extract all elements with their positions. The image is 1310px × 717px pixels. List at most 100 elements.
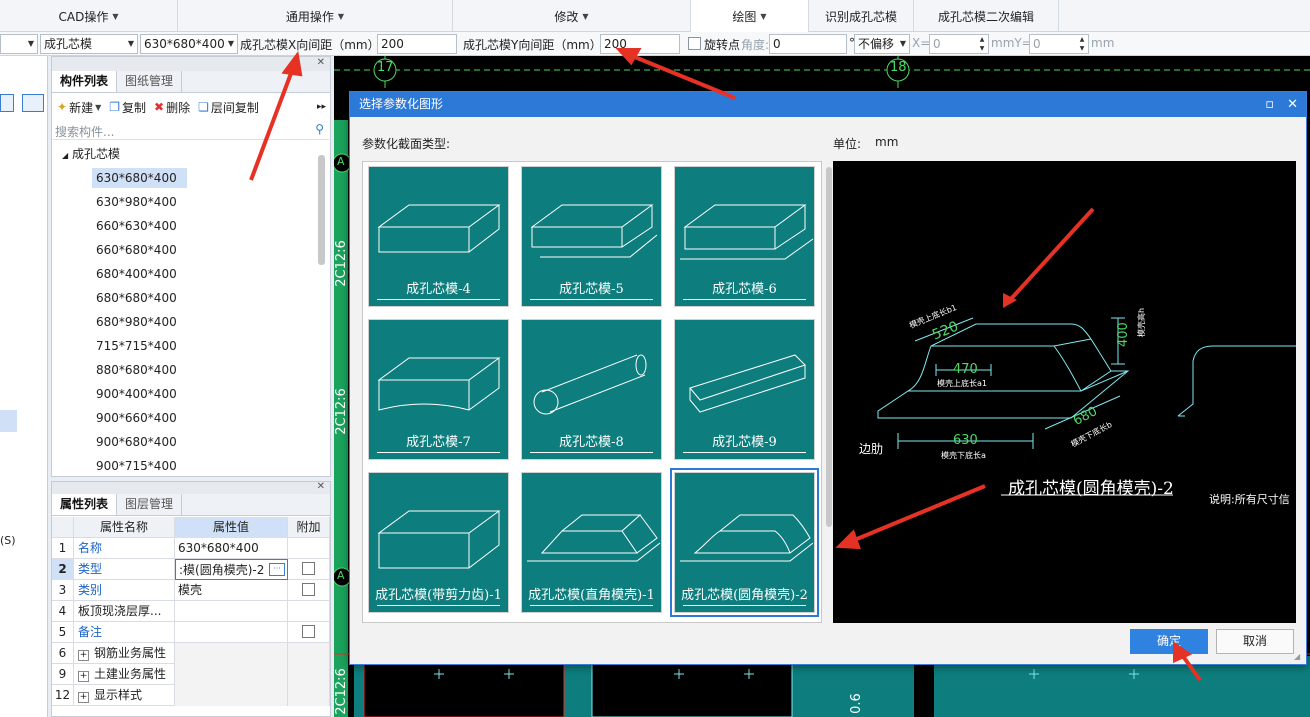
property-value-cell[interactable]: [175, 643, 288, 664]
row-number: 4: [52, 601, 74, 622]
gallery-scrollbar[interactable]: [826, 167, 832, 527]
x-coord-input[interactable]: 0 ▲ ▼: [929, 34, 989, 54]
property-row[interactable]: 6 + 钢筋业务属性: [52, 643, 330, 664]
close-icon[interactable]: ✕: [317, 481, 325, 492]
property-value-cell[interactable]: [175, 622, 288, 643]
floor-copy-button[interactable]: 层间复制: [211, 99, 259, 116]
menu-draw[interactable]: 绘图 ▼: [691, 0, 809, 32]
delete-button[interactable]: 删除: [166, 99, 190, 116]
tab-drawings[interactable]: 图纸管理: [117, 71, 183, 92]
menu-identify[interactable]: 识别成孔芯模: [809, 0, 914, 32]
nav-selected-item[interactable]: [0, 410, 17, 432]
menu-general-ops[interactable]: 通用操作 ▼: [178, 0, 453, 32]
shape-tile[interactable]: 成孔芯模(圆角模壳)-2: [670, 468, 819, 617]
grid-view-icon[interactable]: [22, 94, 44, 112]
tree-item[interactable]: 660*680*400: [92, 240, 187, 260]
property-value-cell[interactable]: [175, 664, 288, 685]
tree-item[interactable]: 900*680*400: [92, 432, 187, 452]
tree-item[interactable]: 900*715*400: [92, 456, 187, 476]
shape-tile[interactable]: 成孔芯模(直角模壳)-1: [521, 472, 662, 613]
y-spacing-label: 成孔芯模Y向间距（mm）: [463, 38, 602, 52]
x-spacing-input[interactable]: 200: [377, 34, 457, 54]
tree-item[interactable]: 680*980*400: [92, 312, 187, 332]
menu-cad-ops[interactable]: CAD操作 ▼: [0, 0, 178, 32]
tab-layers[interactable]: 图层管理: [117, 494, 183, 515]
resize-grip-icon[interactable]: ◢: [1294, 652, 1306, 664]
tab-component-list[interactable]: 构件列表: [52, 71, 118, 92]
shape-tile[interactable]: 成孔芯模-5: [521, 166, 662, 307]
property-row[interactable]: 9 + 土建业务属性: [52, 664, 330, 685]
tree-item[interactable]: 715*715*400: [92, 336, 187, 356]
close-icon[interactable]: ✕: [1287, 92, 1298, 117]
extra-checkbox[interactable]: [302, 562, 315, 575]
more-icon[interactable]: ▸▸: [317, 102, 326, 112]
shape-tile[interactable]: 成孔芯模-6: [674, 166, 815, 307]
tree-item[interactable]: 680*400*400: [92, 264, 187, 284]
chevron-down-icon[interactable]: ▼: [95, 103, 101, 112]
layer-select[interactable]: ▼: [0, 34, 38, 54]
shape-tile[interactable]: 成孔芯模(带剪力齿)-1: [368, 472, 509, 613]
property-name-cell: 类别: [74, 580, 175, 601]
expand-icon[interactable]: +: [78, 692, 89, 703]
shape-thumbnail-icon: [527, 514, 661, 562]
tree-item[interactable]: 900*660*400: [92, 408, 187, 428]
component-size-select[interactable]: 630*680*400 ▼: [140, 34, 238, 54]
component-type-select[interactable]: 成孔芯模 ▼: [40, 34, 138, 54]
collapse-icon[interactable]: ◢: [62, 151, 68, 160]
property-row[interactable]: 5 备注: [52, 622, 330, 643]
property-row[interactable]: 12 + 显示样式: [52, 685, 330, 706]
property-row[interactable]: 1 名称 630*680*400: [52, 538, 330, 559]
chevron-down-icon: ▼: [337, 11, 345, 21]
tab-properties[interactable]: 属性列表: [52, 494, 118, 515]
spinner-icon: ▲ ▼: [1079, 36, 1085, 52]
property-value-cell[interactable]: 模壳: [175, 580, 288, 601]
tree-item[interactable]: 630*980*400: [92, 192, 187, 212]
section-type-label: 参数化截面类型:: [362, 137, 451, 151]
list-view-icon[interactable]: [0, 94, 14, 112]
tree-item[interactable]: 660*630*400: [92, 216, 187, 236]
expand-icon[interactable]: +: [78, 671, 89, 682]
tree-item[interactable]: 630*680*400: [92, 168, 187, 188]
tree-item[interactable]: 880*680*400: [92, 360, 187, 380]
y-spacing-input[interactable]: 200: [600, 34, 680, 54]
search-input[interactable]: 搜索构件...: [55, 123, 114, 140]
property-name: 板顶现浇层厚...: [78, 604, 162, 618]
shape-tile[interactable]: 成孔芯模-8: [521, 319, 662, 460]
rotate-point-checkbox[interactable]: [688, 37, 701, 50]
close-icon[interactable]: ✕: [317, 57, 325, 68]
shape-tile[interactable]: 成孔芯模-4: [368, 166, 509, 307]
extra-checkbox[interactable]: [302, 625, 315, 638]
property-row[interactable]: 3 类别 模壳: [52, 580, 330, 601]
property-value-cell[interactable]: :模(圆角模壳)-2 ···: [175, 559, 288, 580]
property-row[interactable]: 2 类型:模(圆角模壳)-2 ···: [52, 559, 330, 580]
component-search[interactable]: 搜索构件... ⚲: [53, 120, 329, 140]
extra-checkbox[interactable]: [302, 583, 315, 596]
tree-root[interactable]: ◢ 成孔芯模: [62, 145, 120, 162]
spinner-icon: ▲ ▼: [979, 36, 985, 52]
menu-modify[interactable]: 修改 ▼: [453, 0, 691, 32]
menu-secondary-edit[interactable]: 成孔芯模二次编辑: [914, 0, 1059, 32]
shape-tile[interactable]: 成孔芯模-7: [368, 319, 509, 460]
new-button[interactable]: 新建: [69, 99, 93, 116]
copy-button[interactable]: 复制: [122, 99, 146, 116]
more-options-icon[interactable]: ···: [269, 563, 285, 576]
tree-scrollbar[interactable]: [318, 155, 325, 265]
tree-item[interactable]: 680*680*400: [92, 288, 187, 308]
tree-item[interactable]: 900*400*400: [92, 384, 187, 404]
property-value-cell[interactable]: [175, 685, 288, 706]
row-number: 5: [52, 622, 74, 643]
offset-mode-select[interactable]: 不偏移 ▼: [854, 34, 910, 54]
maximize-icon[interactable]: ▫: [1265, 92, 1274, 117]
search-icon[interactable]: ⚲: [315, 122, 324, 136]
x-spacing-label: 成孔芯模X向间距（mm）: [240, 38, 380, 52]
property-value-cell[interactable]: [175, 601, 288, 622]
expand-icon[interactable]: +: [78, 650, 89, 661]
ok-button[interactable]: 确定: [1130, 629, 1208, 654]
y-coord-input[interactable]: 0 ▲ ▼: [1029, 34, 1089, 54]
property-value-cell[interactable]: 630*680*400: [175, 538, 288, 559]
property-row[interactable]: 4 板顶现浇层厚...: [52, 601, 330, 622]
angle-input[interactable]: 0: [769, 34, 847, 54]
property-value: :模(圆角模壳)-2: [179, 563, 265, 577]
shape-tile[interactable]: 成孔芯模-9: [674, 319, 815, 460]
cancel-button[interactable]: 取消: [1216, 629, 1294, 654]
